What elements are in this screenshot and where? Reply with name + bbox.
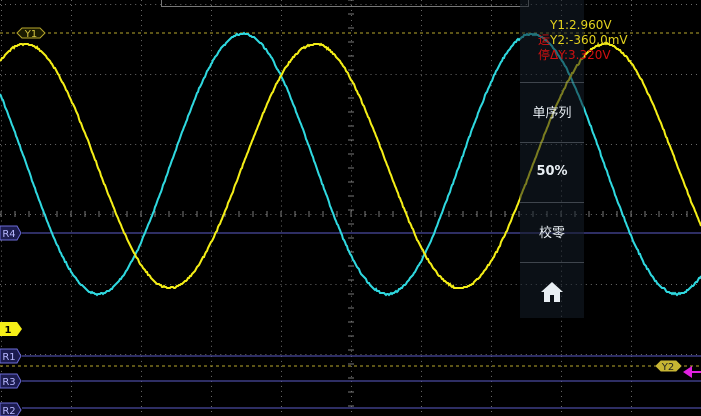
cursor-y1-label: Y1 — [24, 29, 37, 40]
cursor-y2-marker[interactable]: Y2 — [656, 361, 681, 373]
trigger-50-button[interactable]: 50% — [520, 142, 584, 200]
channel-2-waveform — [0, 33, 701, 295]
channel-1-label: 1 — [5, 325, 12, 336]
single-sequence-button[interactable]: 单序列 — [520, 82, 584, 140]
cursor-y2-label: Y2 — [661, 362, 674, 373]
waveform-display[interactable]: Y1 Y2 1 R4 R1 R3 R2 — [0, 0, 701, 416]
trigger-50-label: 50% — [536, 164, 567, 179]
channel-1-waveform — [0, 43, 701, 288]
ref-r3-label: R3 — [2, 377, 15, 388]
reference-lines — [22, 233, 701, 408]
ref-r1-label: R1 — [2, 352, 15, 363]
grid — [0, 0, 701, 416]
zero-calibration-button[interactable]: 校零 — [520, 202, 584, 260]
timebase-window-indicator — [161, 0, 529, 7]
ref-r2-label: R2 — [2, 406, 15, 416]
ref-r1-marker[interactable]: R1 — [0, 349, 21, 363]
zero-calibration-label: 校零 — [539, 222, 565, 241]
ref-r2-marker[interactable]: R2 — [0, 403, 21, 416]
trigger-level-marker[interactable] — [683, 366, 701, 378]
home-button[interactable] — [520, 262, 584, 320]
cursor-y1-marker[interactable]: Y1 — [17, 28, 45, 40]
home-icon — [540, 281, 564, 303]
ref-r3-marker[interactable]: R3 — [0, 374, 21, 388]
side-menu: 单序列 50% 校零 — [520, 0, 584, 318]
ref-r4-marker[interactable]: R4 — [0, 226, 21, 240]
ref-r4-label: R4 — [2, 229, 15, 240]
channel-1-marker[interactable]: 1 — [0, 322, 22, 336]
single-sequence-label: 单序列 — [532, 102, 571, 121]
